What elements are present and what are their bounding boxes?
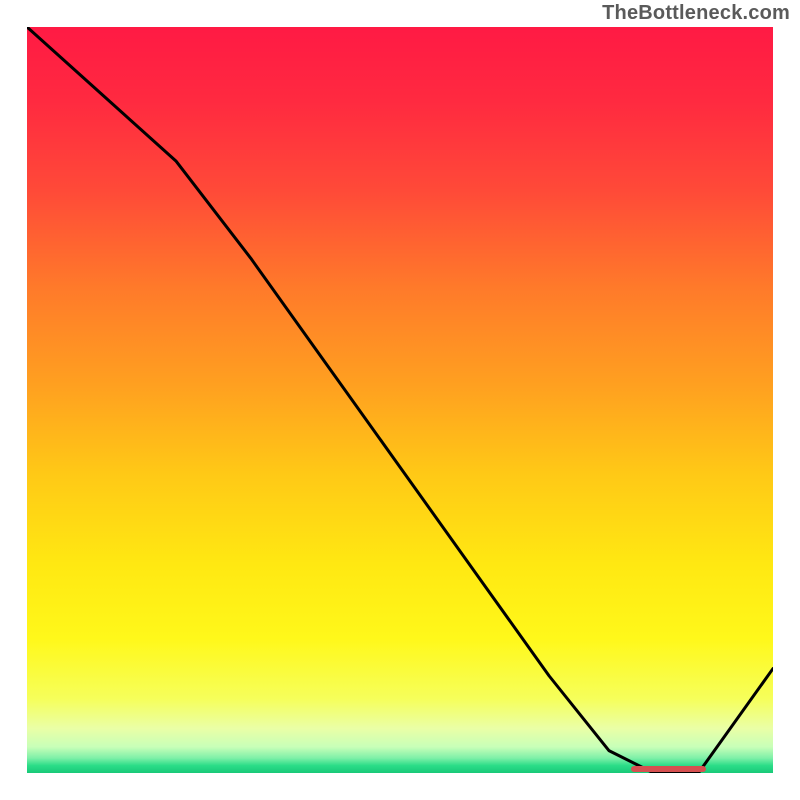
curve-path xyxy=(27,27,773,773)
watermark-text: TheBottleneck.com xyxy=(602,2,790,25)
bottleneck-curve xyxy=(27,27,773,773)
chart-stage: TheBottleneck.com xyxy=(0,0,800,800)
optimum-marker xyxy=(631,766,706,772)
plot-area xyxy=(27,27,773,773)
